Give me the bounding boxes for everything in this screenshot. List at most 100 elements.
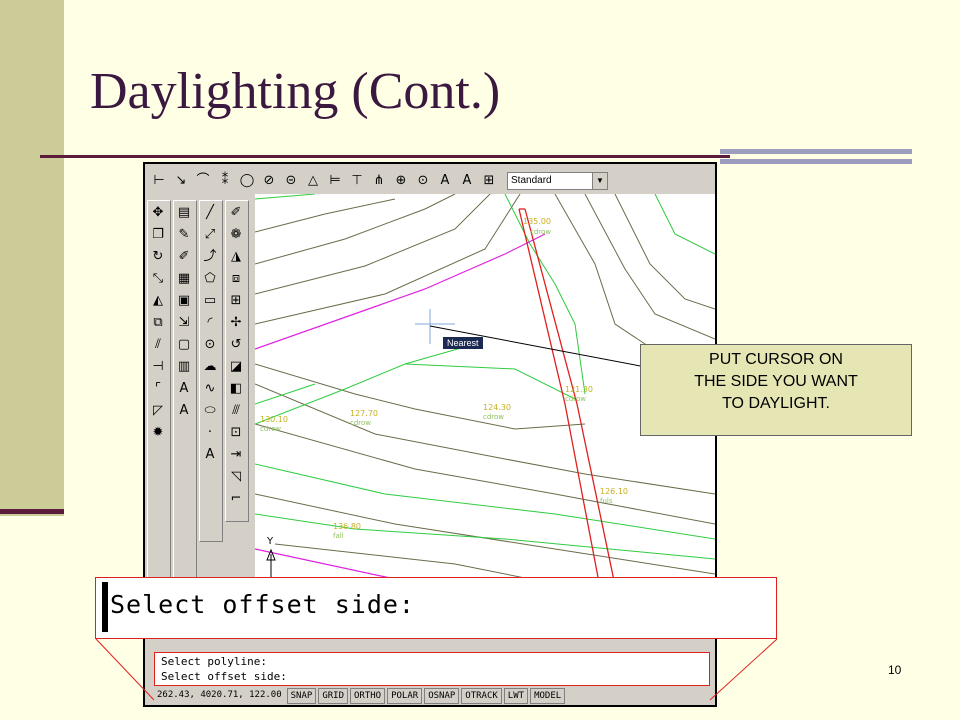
ordinate-icon[interactable]: ⁑	[215, 171, 235, 191]
extend-icon[interactable]: ⊣	[148, 357, 168, 377]
left-accent-bar	[0, 0, 64, 516]
copy-object-icon[interactable]: ❁	[226, 225, 246, 245]
command-zoom-text: Select offset side:	[110, 590, 415, 619]
table-icon[interactable]: ▥	[174, 357, 194, 377]
osnap-tooltip: Nearest	[443, 337, 483, 349]
toolbar-col-4: ✐ ❁ ◮ ⧈ ⊞ ✢ ↺ ◪ ◧ ⫻ ⊡ ⇥ ◹ ⌐	[225, 200, 249, 522]
leader-icon[interactable]: ⋔	[369, 171, 389, 191]
dim-edit-icon[interactable]: A	[435, 171, 455, 191]
dim-update-icon[interactable]: ⊞	[479, 171, 499, 191]
quick-dim-icon[interactable]: △	[303, 171, 323, 191]
layer-icon[interactable]: ▤	[174, 203, 194, 223]
callout-line: TO DAYLIGHT.	[722, 395, 830, 412]
copy-icon[interactable]: ❐	[148, 225, 168, 245]
polygon-icon[interactable]: ⬠	[200, 269, 220, 289]
point-icon[interactable]: ·	[200, 423, 220, 443]
status-button-lwt[interactable]: LWT	[503, 688, 529, 704]
drawing-tag: cdrow	[530, 228, 551, 236]
status-button-model[interactable]: MODEL	[530, 688, 566, 704]
dim-text-edit-icon[interactable]: A	[457, 171, 477, 191]
mtext-icon-2[interactable]: A	[200, 445, 220, 465]
command-line-zoom: Select offset side:	[95, 577, 777, 639]
angular-icon[interactable]: ⊝	[281, 171, 301, 191]
trim-icon[interactable]: ⫽	[148, 335, 168, 355]
status-bar: 262.43, 4020.71, 122.00 SNAP GRID ORTHO …	[154, 688, 710, 704]
join-icon[interactable]: ⇥	[226, 445, 246, 465]
callout-box: PUT CURSOR ON THE SIDE YOU WANT TO DAYLI…	[640, 344, 912, 436]
drawing-label: 126.10	[600, 487, 628, 496]
toolbar-col-3: ╱ ⤢ ⤴ ⬠ ▭ ◜ ⊙ ☁ ∿ ⬭ · A	[199, 200, 223, 542]
status-button-grid[interactable]: GRID	[318, 688, 348, 704]
polyline-icon[interactable]: ⤴	[200, 247, 220, 267]
break-icon[interactable]: ⊡	[226, 423, 246, 443]
status-button-polar[interactable]: POLAR	[387, 688, 423, 704]
circle-icon[interactable]: ⊙	[200, 335, 220, 355]
command-line: Select polyline:	[161, 655, 267, 668]
dimension-linear-icon[interactable]: ⊢	[149, 171, 169, 191]
fillet-object-icon[interactable]: ⌐	[226, 489, 246, 509]
drawing-label: 135.00	[523, 217, 551, 226]
chevron-down-icon[interactable]: ▼	[592, 173, 607, 189]
chamfer-object-icon[interactable]: ◹	[226, 467, 246, 487]
diameter-icon[interactable]: ⊘	[259, 171, 279, 191]
command-history[interactable]: Select polyline: Select offset side:	[154, 652, 710, 686]
fillet-icon[interactable]: ⌜	[148, 379, 168, 399]
toolbar-col-2: ▤ ✎ ✐ ▦ ▣ ⇲ ▢ ▥ A A	[173, 200, 197, 622]
dimension-aligned-icon[interactable]: ↘	[171, 171, 191, 191]
dimension-arc-icon[interactable]: ⌒	[193, 171, 213, 191]
insert-icon[interactable]: ⇲	[174, 313, 194, 333]
toolbar-col-1: ✥ ❐ ↻ ⤡ ◭ ⧉ ⫽ ⊣ ⌜ ◸ ✹	[147, 200, 171, 602]
ellipse-icon[interactable]: ⬭	[200, 401, 220, 421]
dim-style-select[interactable]: Standard ▼	[507, 172, 608, 190]
status-button-snap[interactable]: SNAP	[286, 688, 317, 704]
properties-icon[interactable]: ✎	[174, 225, 194, 245]
xline-icon[interactable]: ⤢	[200, 225, 220, 245]
baseline-icon[interactable]: ⊨	[325, 171, 345, 191]
radius-icon[interactable]: ◯	[237, 171, 257, 191]
status-button-ortho[interactable]: ORTHO	[350, 688, 386, 704]
title-underline	[40, 155, 730, 158]
scale-icon[interactable]: ⤡	[148, 269, 168, 289]
block-icon[interactable]: ▣	[174, 291, 194, 311]
mirror-object-icon[interactable]: ◮	[226, 247, 246, 267]
dimension-toolbar: ⊢ ↘ ⌒ ⁑ ◯ ⊘ ⊝ △ ⊨ ⊤ ⋔ ⊕ ⊙ A A ⊞ Standard…	[149, 168, 715, 194]
status-button-otrack[interactable]: OTRACK	[461, 688, 502, 704]
spline-icon[interactable]: ∿	[200, 379, 220, 399]
rotate-object-icon[interactable]: ↺	[226, 335, 246, 355]
move-icon[interactable]: ✥	[148, 203, 168, 223]
trim-object-icon[interactable]: ⫻	[226, 401, 246, 421]
array-icon[interactable]: ⊞	[226, 291, 246, 311]
callout-line: PUT CURSOR ON	[709, 351, 843, 368]
drawing-tag: cdrow	[350, 419, 371, 427]
scale-object-icon[interactable]: ◪	[226, 357, 246, 377]
revcloud-icon[interactable]: ☁	[200, 357, 220, 377]
status-button-osnap[interactable]: OSNAP	[424, 688, 460, 704]
command-line: Select offset side:	[161, 670, 287, 683]
scrollbar[interactable]	[102, 582, 108, 632]
center-mark-icon[interactable]: ⊙	[413, 171, 433, 191]
callout-line: THE SIDE YOU WANT	[694, 373, 858, 390]
rectangle-icon[interactable]: ▭	[200, 291, 220, 311]
region-icon[interactable]: ▢	[174, 335, 194, 355]
line-icon[interactable]: ╱	[200, 203, 220, 223]
erase-icon[interactable]: ✐	[226, 203, 246, 223]
rotate-icon[interactable]: ↻	[148, 247, 168, 267]
explode-icon[interactable]: ✹	[148, 423, 168, 443]
continue-icon[interactable]: ⊤	[347, 171, 367, 191]
chamfer-icon[interactable]: ◸	[148, 401, 168, 421]
mirror-icon[interactable]: ◭	[148, 291, 168, 311]
match-icon[interactable]: ✐	[174, 247, 194, 267]
mtext-icon[interactable]: A	[174, 379, 194, 399]
dtext-icon[interactable]: A	[174, 401, 194, 421]
offset-icon[interactable]: ⧉	[148, 313, 168, 333]
tolerance-icon[interactable]: ⊕	[391, 171, 411, 191]
slide-title: Daylighting (Cont.)	[90, 63, 501, 120]
stretch-icon[interactable]: ◧	[226, 379, 246, 399]
hatch-icon[interactable]: ▦	[174, 269, 194, 289]
drawing-label: 124.30	[483, 403, 511, 412]
arc-icon[interactable]: ◜	[200, 313, 220, 333]
move-object-icon[interactable]: ✢	[226, 313, 246, 333]
drawing-tag: cdrow	[565, 395, 586, 403]
page-number: 10	[888, 663, 902, 677]
offset-object-icon[interactable]: ⧈	[226, 269, 246, 289]
